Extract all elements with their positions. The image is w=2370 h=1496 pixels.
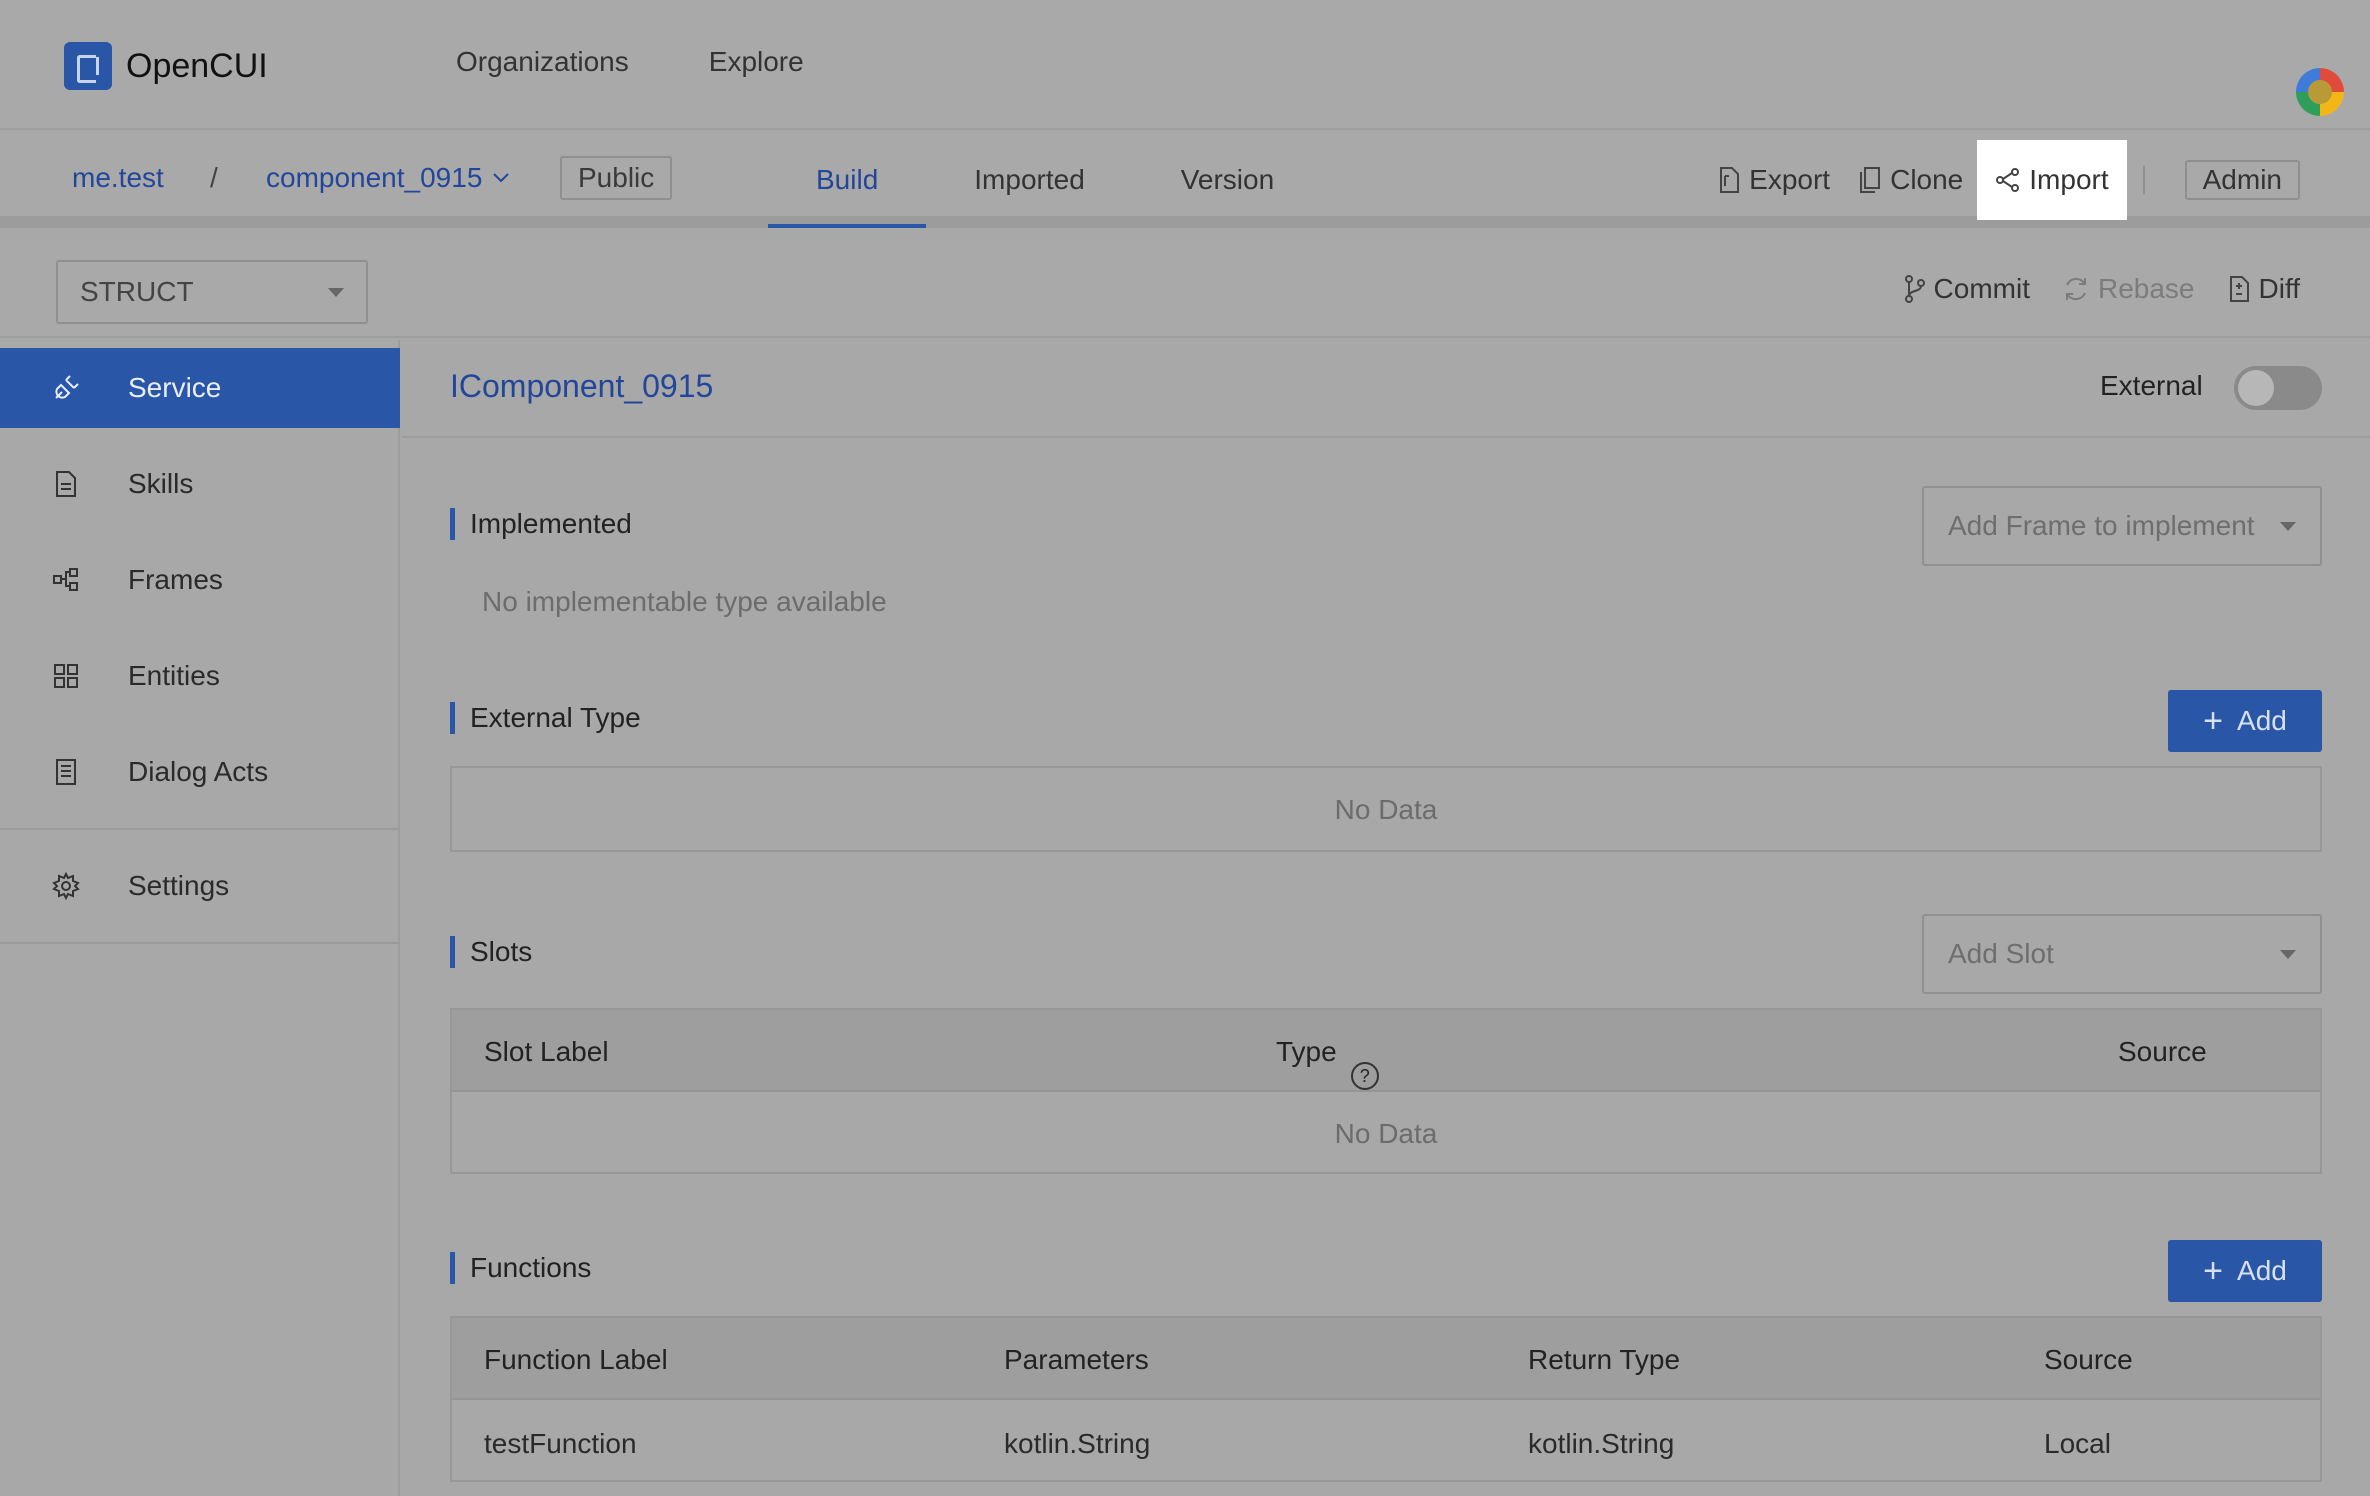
sidebar-item-skills[interactable]: Skills xyxy=(0,444,400,524)
nav-explore[interactable]: Explore xyxy=(709,46,804,78)
tab-imported[interactable]: Imported xyxy=(926,132,1133,228)
sync-icon xyxy=(2065,277,2086,301)
project-switcher[interactable]: component_0915 xyxy=(266,162,510,194)
caret-down-icon xyxy=(2280,949,2296,959)
sidebar-item-dialog-acts[interactable]: Dialog Acts xyxy=(0,732,400,812)
brand-name: OpenCUI xyxy=(126,46,268,85)
tab-version[interactable]: Version xyxy=(1133,132,1322,228)
slots-empty: No Data xyxy=(1334,1118,1438,1149)
external-type-section-title: External Type xyxy=(450,702,641,734)
diff-icon xyxy=(2229,276,2249,302)
component-header: IComponent_0915 External xyxy=(402,340,2370,438)
gear-icon xyxy=(52,872,80,900)
entities-icon xyxy=(52,662,80,690)
sidebar-item-frames[interactable]: Frames xyxy=(0,540,400,620)
type-select-value: STRUCT xyxy=(80,276,194,307)
rebase-button[interactable]: Rebase xyxy=(2062,273,2195,305)
add-function-button[interactable]: + Add xyxy=(2168,1240,2322,1302)
table-row[interactable]: testFunction kotlin.String kotlin.String… xyxy=(452,1402,2320,1482)
implemented-section-title: Implemented xyxy=(450,508,632,540)
project-bar: me.test / component_0915 Public Build Im… xyxy=(0,132,2370,228)
sidebar-divider xyxy=(0,828,400,830)
external-toggle[interactable] xyxy=(2234,366,2322,410)
function-label-cell: testFunction xyxy=(484,1428,637,1459)
add-frame-dropdown[interactable]: Add Frame to implement xyxy=(1922,486,2322,566)
functions-table: Function Label Parameters Return Type So… xyxy=(450,1316,2322,1482)
sidebar-item-service[interactable]: Service xyxy=(0,348,400,428)
commit-button[interactable]: Commit xyxy=(1904,273,2030,305)
plug-icon xyxy=(52,374,80,402)
brand-logo[interactable]: OpenCUI xyxy=(64,42,268,90)
project-tabs: Build Imported Version xyxy=(768,132,1322,228)
clone-button[interactable]: Clone xyxy=(1844,140,1977,220)
source-cell: Local xyxy=(2044,1428,2111,1459)
slots-table: Slot Label Type? Source No Data xyxy=(450,1008,2322,1174)
top-nav: Organizations Explore xyxy=(456,46,804,78)
project-actions: Export Clone Import Admin xyxy=(1703,132,2370,228)
external-type-empty: No Data xyxy=(1334,794,1438,825)
external-label: External xyxy=(2100,370,2203,401)
return-type-cell: kotlin.String xyxy=(1528,1428,1675,1459)
caret-down-icon xyxy=(328,287,344,297)
export-button[interactable]: Export xyxy=(1703,140,1844,220)
build-toolbar: STRUCT Commit Rebase Diff xyxy=(0,240,2370,338)
version-actions: Commit Rebase Diff xyxy=(1904,240,2300,338)
functions-table-header: Function Label Parameters Return Type So… xyxy=(452,1318,2320,1400)
external-type-table: No Data xyxy=(450,766,2322,852)
slots-table-header: Slot Label Type? Source xyxy=(452,1010,2320,1092)
plus-icon: + xyxy=(2203,1252,2224,1290)
tab-build[interactable]: Build xyxy=(768,132,927,228)
admin-button[interactable]: Admin xyxy=(2184,160,2300,200)
export-icon xyxy=(1720,167,1740,193)
column-header: Parameters xyxy=(1004,1344,1149,1375)
caret-down-icon xyxy=(2280,521,2296,531)
share-icon xyxy=(1996,168,2020,192)
sidebar: Service Skills Frames Entities Dialog Ac… xyxy=(0,340,400,1496)
clone-icon xyxy=(1860,167,1881,193)
column-header-type: Type? xyxy=(1276,1036,1379,1090)
column-header: Source xyxy=(2044,1344,2133,1375)
sidebar-item-settings[interactable]: Settings xyxy=(0,846,400,926)
sidebar-item-entities[interactable]: Entities xyxy=(0,636,400,716)
visibility-badge: Public xyxy=(560,156,673,200)
user-avatar[interactable] xyxy=(2296,68,2344,116)
top-header: OpenCUI Organizations Explore xyxy=(0,0,2370,130)
add-external-type-button[interactable]: + Add xyxy=(2168,690,2322,752)
branch-icon xyxy=(1904,275,1925,303)
implemented-empty: No implementable type available xyxy=(482,586,887,617)
nav-organizations[interactable]: Organizations xyxy=(456,46,629,78)
column-header: Return Type xyxy=(1528,1344,1681,1375)
opencui-logo-icon xyxy=(64,42,112,90)
sidebar-divider xyxy=(0,942,400,944)
breadcrumb-separator: / xyxy=(210,162,218,193)
parameters-cell: kotlin.String xyxy=(1004,1428,1151,1459)
component-title: IComponent_0915 xyxy=(450,368,714,404)
column-header: Function Label xyxy=(484,1344,668,1375)
diff-button[interactable]: Diff xyxy=(2227,273,2300,305)
divider xyxy=(2142,166,2145,194)
add-slot-dropdown[interactable]: Add Slot xyxy=(1922,914,2322,994)
functions-section-title: Functions xyxy=(450,1252,591,1284)
breadcrumb-org[interactable]: me.test xyxy=(72,162,164,194)
help-icon[interactable]: ? xyxy=(1350,1062,1379,1090)
plus-icon: + xyxy=(2203,702,2224,740)
slots-section-title: Slots xyxy=(450,936,532,968)
main-content: IComponent_0915 External Implemented Add… xyxy=(402,340,2370,1496)
project-name: component_0915 xyxy=(266,162,483,193)
type-select[interactable]: STRUCT xyxy=(56,260,368,324)
dialog-acts-icon xyxy=(52,758,80,786)
import-button[interactable]: Import xyxy=(1977,140,2127,220)
frames-icon xyxy=(52,566,80,594)
document-icon xyxy=(52,470,80,498)
chevron-down-icon xyxy=(493,173,510,183)
column-header: Slot Label xyxy=(484,1036,609,1067)
column-header: Source xyxy=(2118,1036,2207,1067)
